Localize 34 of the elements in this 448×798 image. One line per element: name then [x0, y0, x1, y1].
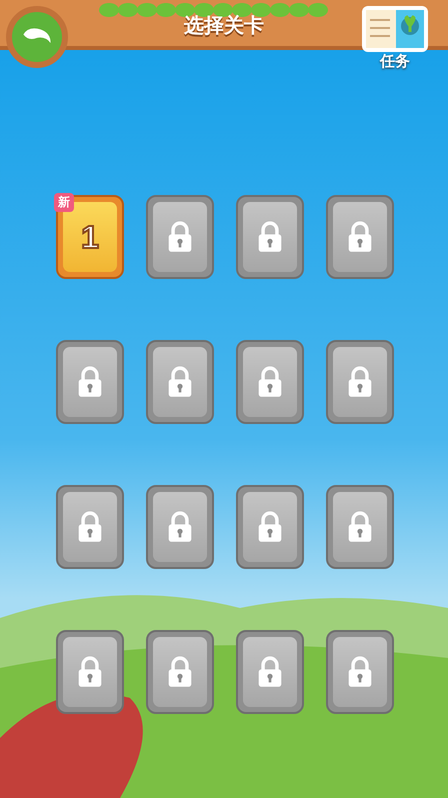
locked-level-tile[interactable]: [146, 340, 214, 424]
locked-level-tile[interactable]: [146, 485, 214, 569]
locked-level-tile[interactable]: [236, 195, 304, 279]
padlock-icon: [167, 656, 193, 688]
padlock-icon: [257, 656, 283, 688]
locked-level-tile[interactable]: [146, 195, 214, 279]
padlock-icon: [257, 511, 283, 543]
padlock-icon: [77, 366, 103, 398]
locked-level-tile[interactable]: [56, 630, 124, 714]
locked-level-tile[interactable]: [326, 340, 394, 424]
padlock-icon: [257, 221, 283, 253]
padlock-icon: [257, 366, 283, 398]
locked-level-tile[interactable]: [146, 630, 214, 714]
locked-level-tile[interactable]: [236, 630, 304, 714]
padlock-icon: [347, 366, 373, 398]
padlock-icon: [167, 221, 193, 253]
padlock-icon: [347, 511, 373, 543]
locked-level-tile[interactable]: [326, 195, 394, 279]
padlock-icon: [347, 656, 373, 688]
locked-level-tile[interactable]: [326, 630, 394, 714]
new-badge: 新: [54, 193, 74, 212]
padlock-icon: [77, 656, 103, 688]
header-title: 选择关卡: [184, 12, 264, 39]
padlock-icon: [347, 221, 373, 253]
locked-level-tile[interactable]: [236, 340, 304, 424]
locked-level-tile[interactable]: [56, 485, 124, 569]
padlock-icon: [167, 511, 193, 543]
task-button[interactable]: 任务: [360, 2, 430, 71]
level-tile[interactable]: 1 新: [56, 195, 124, 279]
locked-level-tile[interactable]: [326, 485, 394, 569]
locked-level-tile[interactable]: [56, 340, 124, 424]
padlock-icon: [77, 511, 103, 543]
locked-level-tile[interactable]: [236, 485, 304, 569]
padlock-icon: [167, 366, 193, 398]
